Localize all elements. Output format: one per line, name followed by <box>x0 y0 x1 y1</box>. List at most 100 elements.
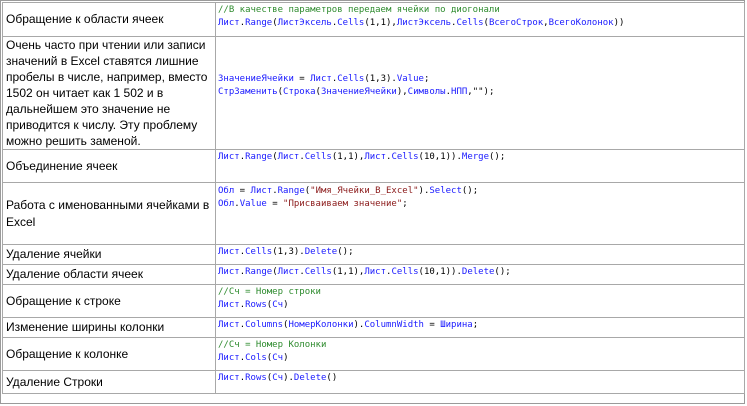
code-token: Columns <box>245 320 284 330</box>
code-line: Лист.Range(ЛистЭксель.Cells(1,1),ЛистЭкс… <box>218 17 742 30</box>
table-row: Объединение ячеек Лист.Range(Лист.Cells(1… <box>2 149 745 183</box>
code-token: Delete <box>304 247 338 257</box>
code-token: ЛистЭксель <box>277 18 332 28</box>
row-code: //В качестве параметров передаем ячейки … <box>215 2 745 37</box>
code-token: Лист <box>364 152 387 162</box>
code-token: Cells <box>304 152 332 162</box>
code-token: = <box>423 320 441 330</box>
code-token: Лист <box>277 152 300 162</box>
code-token: (1,1), <box>331 152 365 162</box>
code-token: = <box>293 74 311 84</box>
code-token: НомерКолонки <box>288 320 354 330</box>
row-description: Изменение ширины колонки <box>2 317 216 338</box>
row-code: Лист.Cells(1,3).Delete(); <box>215 244 745 265</box>
code-token: () <box>326 373 338 383</box>
code-line: Лист.Range(Лист.Cells(1,1),Лист.Cells(10… <box>218 151 742 164</box>
code-token: ), <box>396 87 408 97</box>
row-code: Лист.Range(Лист.Cells(1,1),Лист.Cells(10… <box>215 149 745 183</box>
table-row: Очень часто при чтении или записи значен… <box>2 36 745 150</box>
row-code: //Сч = Номер строки Лист.Rows(Сч) <box>215 284 745 318</box>
code-token: СтрЗаменить <box>218 87 278 97</box>
row-description: Обращение к области ячеек <box>2 2 216 37</box>
code-token: (10,1)). <box>418 267 462 277</box>
code-line: Лист.Columns(НомерКолонки).ColumnWidth =… <box>218 319 742 332</box>
code-line: Обл.Value = "Присваиваем значение"; <box>218 198 742 211</box>
code-line: Лист.Cols(Сч) <box>218 352 742 365</box>
code-token: ЗначениеЯчейки <box>320 87 397 97</box>
code-token: Обл <box>218 186 235 196</box>
code-token: ; <box>402 199 408 209</box>
code-token: (1,3). <box>272 247 305 257</box>
code-line: ЗначениеЯчейки = Лист.Cells(1,3).Value; <box>218 73 742 86</box>
row-description: Объединение ячеек <box>2 149 216 183</box>
code-token: ЛистЭксель <box>396 18 452 28</box>
code-token: (); <box>489 152 506 162</box>
row-code: ЗначениеЯчейки = Лист.Cells(1,3).Value; С… <box>215 36 745 150</box>
code-token: Cells <box>304 267 332 277</box>
code-token: Rows <box>245 300 267 310</box>
code-token: Range <box>245 18 273 28</box>
table-row: Изменение ширины колонки Лист.Columns(Ном… <box>2 317 745 338</box>
row-description: Очень часто при чтении или записи значен… <box>2 36 216 150</box>
code-token: = <box>266 199 284 209</box>
code-token: //Сч = Номер Колонки <box>218 340 327 350</box>
table-row: Работа с именованными ячейками в Excel Об… <box>2 182 745 245</box>
code-token: )) <box>613 18 625 28</box>
code-line: СтрЗаменить(Строка(ЗначениеЯчейки),Симво… <box>218 86 742 99</box>
code-token: (); <box>461 186 479 196</box>
table-body: Обращение к области ячеек//В качестве па… <box>2 2 745 394</box>
code-line: Лист.Rows(Сч) <box>218 299 742 312</box>
code-token: ). <box>418 186 430 196</box>
code-token: Лист <box>277 267 300 277</box>
code-token: Delete <box>461 267 495 277</box>
row-code: Лист.Range(Лист.Cells(1,1),Лист.Cells(10… <box>215 264 745 285</box>
code-token: Merge <box>461 152 489 162</box>
code-token: Cols <box>245 353 267 363</box>
table-row: Удаление Строки Лист.Rows(Сч).Delete() <box>2 370 745 394</box>
code-token: Лист <box>310 74 332 84</box>
row-description: Удаление области ячеек <box>2 264 216 285</box>
table-row: Удаление ячейки Лист.Cells(1,3).Delete(); <box>2 244 745 265</box>
code-token: ). <box>353 320 365 330</box>
code-token: Обл <box>218 199 235 209</box>
code-token: Delete <box>293 373 327 383</box>
code-token: ВсегоКолонок <box>548 18 614 28</box>
code-line: Лист.Range(Лист.Cells(1,1),Лист.Cells(10… <box>218 266 742 279</box>
code-token: "Присваиваем значение" <box>283 199 403 209</box>
code-token: Строка <box>283 87 316 97</box>
code-token: Лист <box>218 353 240 363</box>
row-description: Удаление Строки <box>2 370 216 394</box>
code-token: ВсегоСтрок <box>488 18 544 28</box>
row-code: Лист.Rows(Сч).Delete() <box>215 370 745 394</box>
code-token: Лист <box>218 320 240 330</box>
row-description: Обращение к колонке <box>2 337 216 371</box>
code-token: Range <box>277 186 305 196</box>
code-token: Cells <box>391 267 419 277</box>
code-line: Лист.Rows(Сч).Delete() <box>218 372 742 385</box>
code-token: Cells <box>245 247 273 257</box>
code-token: Лист <box>218 300 240 310</box>
code-token: Лист <box>364 267 387 277</box>
code-token: ЗначениеЯчейки <box>218 74 294 84</box>
code-token: Лист <box>218 18 240 28</box>
code-token: Лист <box>218 267 240 277</box>
row-code: Лист.Columns(НомерКолонки).ColumnWidth =… <box>215 317 745 338</box>
row-code: //Сч = Номер Колонки Лист.Cols(Сч) <box>215 337 745 371</box>
table-row: Обращение к строке//Сч = Номер строки Лис… <box>2 284 745 318</box>
code-token: Сч <box>272 373 284 383</box>
code-token: //Сч = Номер строки <box>218 287 321 297</box>
code-token: Cells <box>337 74 365 84</box>
code-token: (); <box>337 247 354 257</box>
document-frame: Обращение к области ячеек//В качестве па… <box>0 0 745 404</box>
code-token: (); <box>494 267 511 277</box>
code-token: Cells <box>456 18 484 28</box>
code-token: Cells <box>391 152 419 162</box>
table-row: Удаление области ячеек Лист.Range(Лист.Ce… <box>2 264 745 285</box>
code-line: Обл = Лист.Range("Имя_Ячейки_В_Excel").S… <box>218 185 742 198</box>
code-token: Сч <box>272 353 284 363</box>
code-token: ,""); <box>467 87 495 97</box>
code-token: Ширина <box>440 320 473 330</box>
code-token: (1,3). <box>364 74 397 84</box>
code-token: Rows <box>245 373 267 383</box>
code-token: ; <box>472 320 479 330</box>
